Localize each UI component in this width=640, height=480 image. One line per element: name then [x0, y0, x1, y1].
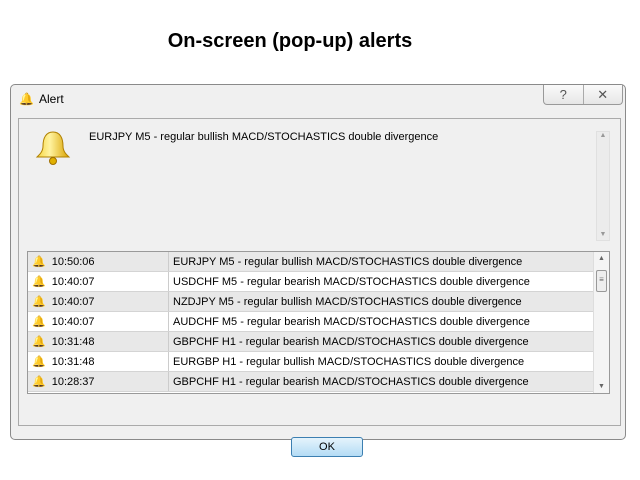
title-bar: 🔔 Alert ? ✕ [11, 85, 625, 113]
alert-row[interactable]: 🔔 10:31:48 EURGBP H1 - regular bullish MAC… [28, 352, 593, 372]
alert-row[interactable]: 🔔 10:40:07 NZDJPY M5 - regular bullish MAC… [28, 292, 593, 312]
bell-icon: 🔔 [32, 316, 46, 328]
bell-icon: 🔔 [19, 92, 34, 106]
close-button[interactable]: ✕ [584, 85, 623, 104]
alert-text: USDCHF M5 - regular bearish MACD/STOCHAS… [173, 275, 530, 288]
alert-row[interactable]: 🔔 10:31:48 GBPCHF H1 - regular bearish MAC… [28, 332, 593, 352]
alert-time-cell: 🔔 10:31:48 [28, 332, 169, 351]
alert-text: GBPCHF H1 - regular bearish MACD/STOCHAS… [173, 335, 529, 348]
alert-time-cell: 🔔 10:31:48 [28, 352, 169, 371]
help-button[interactable]: ? [544, 85, 584, 104]
bell-icon: 🔔 [32, 256, 46, 268]
alert-panel: EURJPY M5 - regular bullish MACD/STOCHAS… [18, 118, 621, 457]
alert-row[interactable]: 🔔 10:40:07 USDCHF M5 - regular bearish MAC… [28, 272, 593, 292]
bell-icon [35, 131, 71, 165]
scrollbar-thumb[interactable]: ≡ [596, 270, 607, 292]
alert-text: GBPCHF H1 - regular bearish MACD/STOCHAS… [173, 375, 529, 388]
bell-icon: 🔔 [32, 296, 46, 308]
alert-time: 10:31:48 [51, 335, 95, 348]
alert-time-cell: 🔔 10:50:06 [28, 252, 169, 271]
alert-time: 10:28:37 [51, 375, 95, 388]
alert-time-cell: 🔔 10:28:37 [28, 372, 169, 391]
page-heading: On-screen (pop-up) alerts [167, 30, 413, 52]
alert-row[interactable]: 🔔 10:28:37 GBPCHF H1 - regular bearish MAC… [28, 372, 593, 392]
ok-button[interactable]: OK [291, 437, 363, 457]
list-scrollbar[interactable]: ▲ ≡ ▼ [593, 252, 609, 393]
alert-time: 10:40:07 [51, 275, 95, 288]
bell-icon: 🔔 [32, 356, 46, 368]
alert-text: AUDCHF M5 - regular bearish MACD/STOCHAS… [173, 315, 530, 328]
message-scrollbar[interactable]: ▲ ▼ [596, 131, 610, 241]
alert-row[interactable]: 🔔 10:40:07 AUDCHF M5 - regular bearish MAC… [28, 312, 593, 332]
alert-time-cell: 🔔 10:40:07 [28, 292, 169, 311]
dialog-title: Alert [39, 92, 64, 106]
alert-row[interactable]: 🔔 10:50:06 EURJPY M5 - regular bullish MAC… [28, 252, 593, 272]
alert-time: 10:50:06 [51, 255, 95, 268]
bell-icon: 🔔 [32, 276, 46, 288]
alert-time-cell: 🔔 10:40:07 [28, 272, 169, 291]
alert-history-list: 🔔 10:50:06 EURJPY M5 - regular bullish MAC… [27, 251, 610, 394]
bell-icon: 🔔 [32, 336, 46, 348]
alert-time: 10:31:48 [51, 355, 95, 368]
alert-time: 10:40:07 [51, 295, 95, 308]
alert-text: EURGBP H1 - regular bullish MACD/STOCHAS… [173, 355, 525, 368]
alert-time-cell: 🔔 10:40:07 [28, 312, 169, 331]
alert-text: EURJPY M5 - regular bullish MACD/STOCHAS… [173, 255, 523, 268]
alert-message: EURJPY M5 - regular bullish MACD/STOCHAS… [89, 131, 439, 143]
alert-text: NZDJPY M5 - regular bullish MACD/STOCHAS… [173, 295, 522, 308]
alert-time: 10:40:07 [51, 315, 95, 328]
bell-icon: 🔔 [32, 376, 46, 388]
alert-dialog: 🔔 Alert ? ✕ EURJPY M5 - regular bullish … [10, 84, 626, 457]
